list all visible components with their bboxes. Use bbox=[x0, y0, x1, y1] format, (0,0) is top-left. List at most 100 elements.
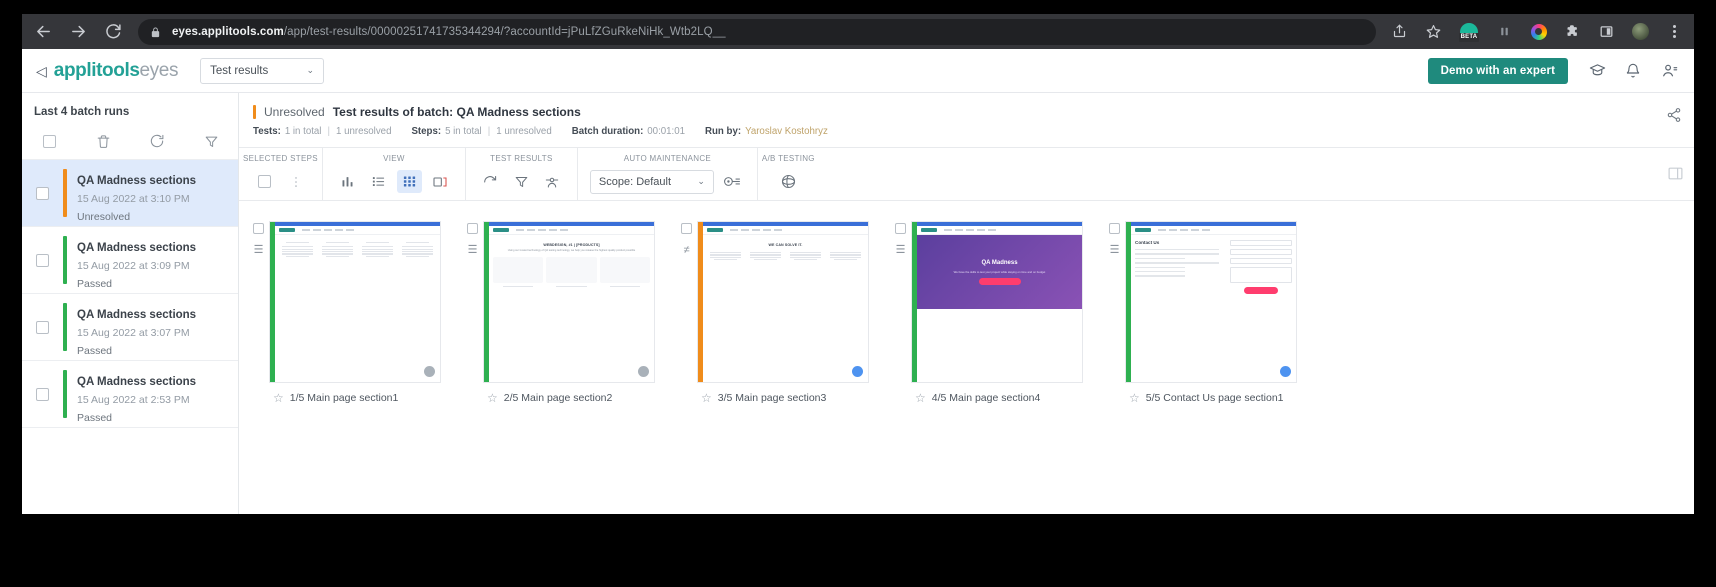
sidebar-item-checkbox[interactable] bbox=[22, 361, 63, 427]
toolbar-group-label: TEST RESULTS bbox=[490, 154, 553, 163]
mock-chat-icon bbox=[1280, 366, 1291, 377]
beta-extension-icon[interactable]: BETA bbox=[1458, 22, 1480, 42]
step-checkbox[interactable] bbox=[1109, 223, 1120, 234]
applitools-logo[interactable]: ◁ applitoolseyes bbox=[36, 60, 178, 82]
list-view-icon[interactable] bbox=[366, 170, 391, 193]
back-arrow-icon[interactable] bbox=[32, 21, 54, 43]
panel-toggle-icon[interactable] bbox=[1667, 165, 1684, 187]
filter-icon[interactable] bbox=[184, 134, 238, 149]
step-card-4: ☰ QA Madness We have the skills to test … bbox=[895, 221, 1087, 404]
batch-header: Unresolved Test results of batch: QA Mad… bbox=[239, 93, 1694, 137]
step-thumbnail[interactable]: WEBDESIGN, #1 | [PRODUCTS] Using our tru… bbox=[483, 221, 655, 383]
mock-text bbox=[1135, 257, 1186, 260]
sidebar-item-date: 15 Aug 2022 at 3:07 PM bbox=[77, 327, 190, 339]
checkbox-box bbox=[36, 387, 49, 401]
tests-label: Tests: bbox=[253, 126, 281, 137]
demo-with-expert-button[interactable]: Demo with an expert bbox=[1427, 57, 1568, 84]
chart-view-icon[interactable] bbox=[335, 170, 360, 193]
star-outline-icon[interactable]: ☆ bbox=[701, 392, 712, 404]
delete-icon[interactable] bbox=[76, 134, 130, 149]
sidebar-item-text: QA Madness sections 15 Aug 2022 at 3:07 … bbox=[67, 294, 196, 360]
sidebar-item-batch-2[interactable]: QA Madness sections 15 Aug 2022 at 3:07 … bbox=[22, 294, 238, 361]
sidebar-item-batch-0[interactable]: QA Madness sections 15 Aug 2022 at 3:10 … bbox=[22, 160, 238, 227]
meta-sep: | bbox=[487, 126, 491, 137]
star-outline-icon[interactable]: ☆ bbox=[273, 392, 284, 404]
step-thumbnail[interactable]: Contact Us bbox=[1125, 221, 1297, 383]
side-panel-icon[interactable] bbox=[1597, 22, 1616, 41]
compare-view-icon[interactable] bbox=[428, 170, 453, 193]
select-all-checkbox[interactable] bbox=[22, 134, 76, 148]
graduation-cap-icon[interactable] bbox=[1588, 62, 1606, 80]
group-results-icon[interactable] bbox=[540, 170, 565, 193]
step-checkbox[interactable] bbox=[895, 223, 906, 234]
runby-label: Run by: bbox=[705, 126, 742, 137]
more-options-icon[interactable] bbox=[283, 170, 308, 193]
mock-logo bbox=[921, 228, 937, 232]
sidebar-item-checkbox[interactable] bbox=[22, 294, 63, 360]
step-menu-icon[interactable]: ☰ bbox=[896, 245, 906, 256]
refresh-icon[interactable] bbox=[130, 133, 184, 149]
step-menu-icon[interactable]: ☰ bbox=[1110, 245, 1120, 256]
step-checkbox[interactable] bbox=[467, 223, 478, 234]
sidebar-title: Last 4 batch runs bbox=[34, 106, 130, 118]
step-menu-icon[interactable]: ☰ bbox=[468, 245, 478, 256]
pause-icon[interactable] bbox=[1495, 22, 1514, 41]
step-thumbnail[interactable]: QA Madness We have the skills to test yo… bbox=[911, 221, 1083, 383]
logo-text: applitoolseyes bbox=[54, 60, 179, 82]
forward-arrow-icon[interactable] bbox=[67, 21, 89, 43]
mock-navbar bbox=[275, 226, 440, 235]
star-outline-icon[interactable]: ☆ bbox=[1129, 392, 1140, 404]
mock-input bbox=[1230, 240, 1292, 246]
mock-contact-info: Contact Us bbox=[1135, 240, 1226, 294]
toolbar-group-row bbox=[327, 163, 461, 200]
mock-hero-title: QA Madness bbox=[981, 259, 1018, 266]
refresh-results-icon[interactable] bbox=[478, 170, 503, 193]
sidebar-item-status: Passed bbox=[77, 412, 113, 424]
share-icon[interactable] bbox=[1390, 22, 1409, 41]
sidebar-item-batch-1[interactable]: QA Madness sections 15 Aug 2022 at 3:09 … bbox=[22, 227, 238, 294]
step-thumbnail[interactable] bbox=[269, 221, 441, 383]
filter-results-icon[interactable] bbox=[509, 170, 534, 193]
view-select[interactable]: Test results ⌄ bbox=[200, 57, 325, 84]
share-network-icon[interactable] bbox=[1666, 107, 1682, 128]
mock-text bbox=[319, 242, 356, 244]
sidebar-item-batch-3[interactable]: QA Madness sections 15 Aug 2022 at 2:53 … bbox=[22, 361, 238, 428]
mock-contact: Contact Us bbox=[1131, 235, 1296, 299]
sidebar-item-name: QA Madness sections bbox=[77, 376, 197, 388]
address-bar[interactable]: eyes.applitools.com/app/test-results/000… bbox=[138, 18, 1376, 45]
step-diff-icon[interactable]: ≠ bbox=[683, 245, 689, 256]
mock-nav-links bbox=[730, 229, 782, 231]
step-checkbox[interactable] bbox=[253, 223, 264, 234]
scope-select[interactable]: Scope: Default ⌄ bbox=[589, 169, 714, 194]
step-menu-icon[interactable]: ☰ bbox=[254, 245, 264, 256]
batch-title-row: Unresolved Test results of batch: QA Mad… bbox=[253, 105, 1694, 119]
step-caption: 5/5 Contact Us page section1 bbox=[1145, 392, 1284, 404]
color-ring-extension-icon[interactable] bbox=[1529, 22, 1548, 41]
checkbox-box bbox=[42, 134, 56, 148]
star-outline-icon[interactable]: ☆ bbox=[487, 392, 498, 404]
three-dot-menu-icon[interactable] bbox=[1665, 22, 1684, 41]
toolbar-group-ab-testing: A/B TESTING bbox=[758, 148, 819, 200]
bell-icon[interactable] bbox=[1624, 62, 1642, 80]
reload-icon[interactable] bbox=[102, 21, 124, 43]
star-outline-icon[interactable]: ☆ bbox=[915, 392, 926, 404]
profile-avatar[interactable] bbox=[1631, 22, 1650, 41]
sidebar-item-checkbox[interactable] bbox=[22, 227, 63, 293]
account-icon[interactable] bbox=[1660, 62, 1678, 80]
step-card-controls: ☰ bbox=[1109, 221, 1120, 256]
mock-text bbox=[747, 252, 784, 261]
mock-body bbox=[275, 235, 440, 264]
selected-steps-checkbox[interactable] bbox=[252, 170, 277, 193]
step-checkbox[interactable] bbox=[681, 223, 692, 234]
star-icon[interactable] bbox=[1424, 22, 1443, 41]
mock-nav-links bbox=[944, 229, 996, 231]
sidebar-item-checkbox[interactable] bbox=[22, 160, 63, 226]
ab-testing-icon[interactable] bbox=[776, 170, 801, 193]
mock-card-row bbox=[493, 256, 650, 283]
logo-mark-icon: ◁ bbox=[36, 62, 47, 79]
puzzle-icon[interactable] bbox=[1563, 22, 1582, 41]
mock-navbar bbox=[1131, 226, 1296, 235]
step-thumbnail[interactable]: WE CAN SOLVE IT. bbox=[697, 221, 869, 383]
auto-maintenance-run-icon[interactable] bbox=[720, 170, 745, 193]
grid-view-icon[interactable] bbox=[396, 170, 422, 193]
